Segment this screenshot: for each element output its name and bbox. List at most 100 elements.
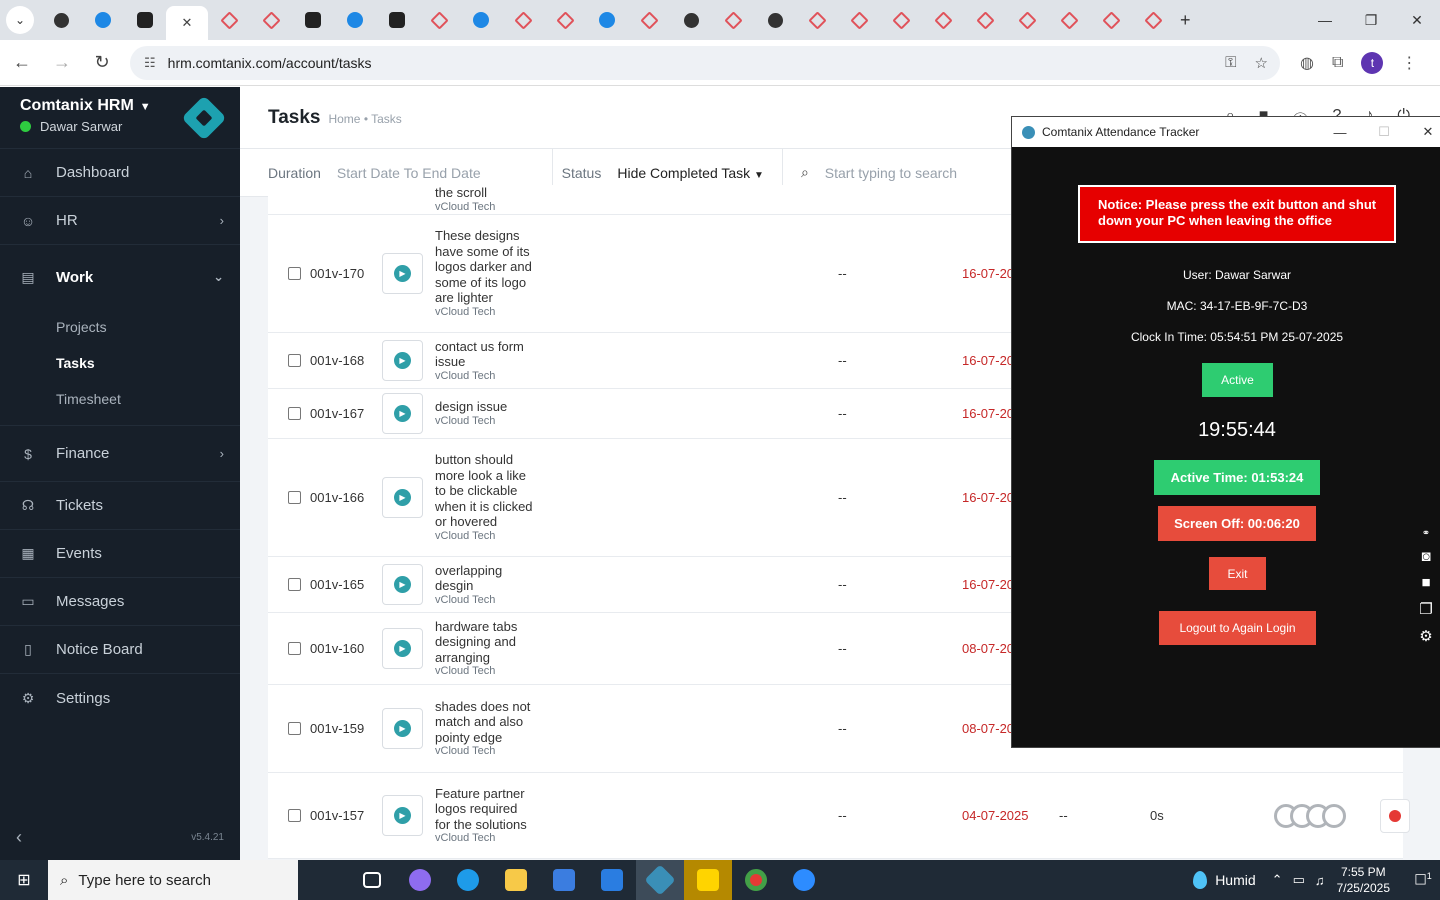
sidebar-item-notice-board[interactable]: ▯ Notice Board <box>0 626 240 674</box>
taskbar-search-input[interactable]: Type here to search <box>78 872 211 889</box>
globe-icon[interactable]: ◍ <box>1300 53 1314 73</box>
task-name-cell[interactable]: button should more look a like to be cli… <box>435 448 535 547</box>
task-name-cell[interactable]: overlapping desgin vCloud Tech <box>435 559 535 611</box>
task-name-cell[interactable]: Feature partner logos required for the s… <box>435 782 535 850</box>
task-name[interactable]: the scroll <box>435 185 535 201</box>
start-timer-button[interactable]: ▶ <box>382 477 423 518</box>
task-name[interactable]: contact us form issue <box>435 339 535 370</box>
row-checkbox[interactable] <box>288 578 301 591</box>
browser-tab-active-close[interactable]: ✕ <box>166 6 208 40</box>
sidebar-item-projects[interactable]: Projects <box>0 309 240 345</box>
task-name-cell[interactable]: the scroll vCloud Tech <box>435 181 535 218</box>
chrome-icon[interactable] <box>732 860 780 900</box>
browser-tab[interactable] <box>712 4 754 36</box>
sidebar-item-timesheet[interactable]: Timesheet <box>0 381 240 417</box>
browser-tab[interactable] <box>670 4 712 36</box>
browser-tab[interactable] <box>922 4 964 36</box>
browser-tab[interactable] <box>796 4 838 36</box>
start-timer-button[interactable]: ▶ <box>382 795 423 836</box>
sidebar-item-settings[interactable]: ⚙ Settings <box>0 674 240 722</box>
minimize-icon[interactable]: — <box>1318 117 1362 147</box>
status-select[interactable]: Hide Completed Task ▼ <box>617 165 764 181</box>
forward-arrow-icon[interactable]: → <box>44 45 80 81</box>
row-checkbox[interactable] <box>288 809 301 822</box>
row-checkbox[interactable] <box>288 491 301 504</box>
browser-tab[interactable] <box>418 4 460 36</box>
browser-menu-icon[interactable]: ⋮ <box>1401 53 1417 73</box>
sidebar-item-tickets[interactable]: ☊ Tickets <box>0 482 240 530</box>
browser-tab[interactable] <box>208 4 250 36</box>
taskbar-search[interactable]: ⌕ Type here to search <box>48 860 298 900</box>
camera-icon[interactable]: ◙ <box>1421 548 1430 565</box>
browser-tab[interactable] <box>292 4 334 36</box>
close-icon[interactable]: ✕ <box>1394 0 1440 40</box>
bookmark-star-icon[interactable]: ☆ <box>1255 54 1268 72</box>
notification-icon[interactable]: ☐1 <box>1406 871 1440 889</box>
table-row[interactable]: 001v-157 ▶ Feature partner logos required … <box>268 773 1410 859</box>
browser-tab[interactable] <box>334 4 376 36</box>
taskbar-clock[interactable]: 7:55 PM 7/25/2025 <box>1337 864 1390 896</box>
network-icon[interactable]: ▭ <box>1293 872 1305 888</box>
reload-icon[interactable]: ↻ <box>84 45 120 81</box>
chevron-up-icon[interactable]: ⌃ <box>1272 872 1283 888</box>
start-timer-button[interactable]: ▶ <box>382 340 423 381</box>
duration-date-range-input[interactable]: Start Date To End Date <box>337 165 481 181</box>
new-tab-button[interactable]: + <box>1180 10 1191 31</box>
task-name[interactable]: design issue <box>435 399 535 415</box>
windows-start-icon[interactable]: ⊞ <box>0 860 48 900</box>
task-view-icon[interactable] <box>348 860 396 900</box>
task-name[interactable]: overlapping desgin <box>435 563 535 594</box>
search-input[interactable]: Start typing to search <box>825 165 957 181</box>
site-info-icon[interactable]: ☷ <box>144 55 156 71</box>
store-icon[interactable] <box>540 860 588 900</box>
task-name-cell[interactable]: design issue vCloud Tech <box>435 395 535 432</box>
mail-icon[interactable] <box>588 860 636 900</box>
close-icon[interactable]: ✕ <box>1406 117 1440 147</box>
key-icon[interactable]: ⚿ <box>1225 54 1236 72</box>
task-name[interactable]: Feature partner logos required for the s… <box>435 786 535 833</box>
row-checkbox[interactable] <box>288 267 301 280</box>
start-timer-button[interactable]: ▶ <box>382 708 423 749</box>
task-name[interactable]: button should more look a like to be cli… <box>435 452 535 530</box>
browser-tab[interactable] <box>964 4 1006 36</box>
sidebar-item-events[interactable]: ▦ Events <box>0 530 240 578</box>
start-timer-button[interactable]: ▶ <box>382 253 423 294</box>
row-checkbox[interactable] <box>288 722 301 735</box>
task-name-cell[interactable]: shades does not match and also pointy ed… <box>435 695 535 763</box>
browser-tab[interactable] <box>40 4 82 36</box>
sidebar-item-work[interactable]: ▤ Work ⌄ <box>0 245 240 309</box>
chevron-down-icon[interactable]: ▼ <box>140 101 151 113</box>
collapse-sidebar-icon[interactable]: ‹ <box>16 827 22 848</box>
browser-tab[interactable] <box>1132 4 1174 36</box>
tracker-title-bar[interactable]: Comtanix Attendance Tracker — ☐ ✕ <box>1012 117 1440 147</box>
copilot-icon[interactable] <box>396 860 444 900</box>
browser-tab[interactable] <box>502 4 544 36</box>
sidebar-item-messages[interactable]: ▭ Messages <box>0 578 240 626</box>
restore-icon[interactable]: ❐ <box>1348 0 1394 40</box>
task-name[interactable]: These designs have some of its logos dar… <box>435 228 535 306</box>
start-timer-button[interactable]: ▶ <box>382 393 423 434</box>
maximize-icon[interactable]: ☐ <box>1362 117 1406 147</box>
browser-tab[interactable] <box>124 4 166 36</box>
browser-tab[interactable] <box>1006 4 1048 36</box>
logout-button[interactable]: Logout to Again Login <box>1159 611 1316 645</box>
row-checkbox[interactable] <box>288 642 301 655</box>
task-name-cell[interactable]: hardware tabs designing and arranging vCl… <box>435 615 535 683</box>
task-name[interactable]: hardware tabs designing and arranging <box>435 619 535 666</box>
browser-tab[interactable] <box>838 4 880 36</box>
browser-tab[interactable] <box>628 4 670 36</box>
row-checkbox[interactable] <box>288 407 301 420</box>
browser-tab[interactable] <box>460 4 502 36</box>
browser-tab[interactable] <box>1048 4 1090 36</box>
browser-tab[interactable] <box>82 4 124 36</box>
task-name[interactable]: shades does not match and also pointy ed… <box>435 699 535 746</box>
browser-tab[interactable] <box>376 4 418 36</box>
tab-search-button[interactable]: ⌄ <box>6 6 34 34</box>
sticky-notes-icon[interactable] <box>684 860 732 900</box>
gear-icon[interactable]: ⚙ <box>1419 627 1432 645</box>
breadcrumb[interactable]: Home • Tasks <box>328 112 401 126</box>
video-icon[interactable]: ■ <box>1421 574 1430 591</box>
weather-widget[interactable]: Humid <box>1193 871 1256 889</box>
start-timer-button[interactable]: ▶ <box>382 564 423 605</box>
link-icon[interactable]: ⚭ <box>1422 528 1430 539</box>
